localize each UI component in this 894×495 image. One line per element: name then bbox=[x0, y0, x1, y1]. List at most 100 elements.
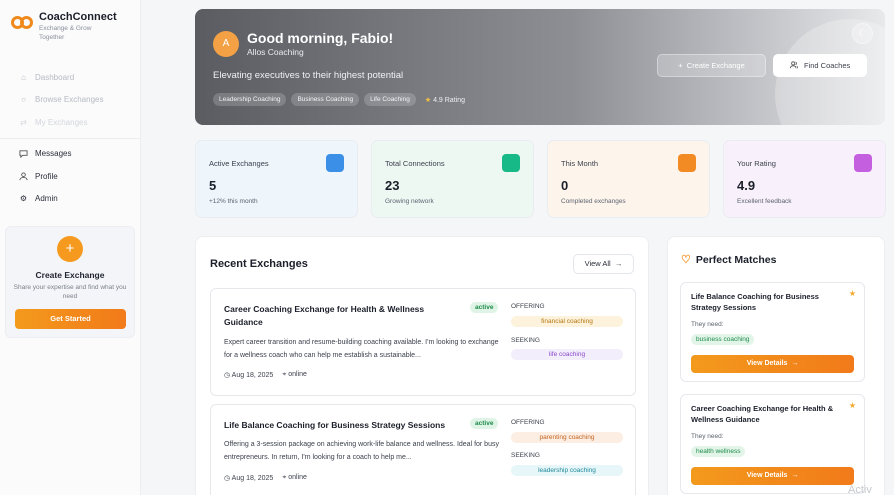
user-icon bbox=[19, 172, 28, 181]
exchange-title[interactable]: Life Balance Coaching for Business Strat… bbox=[224, 419, 464, 432]
arrow-right-icon: → bbox=[614, 259, 623, 268]
theme-toggle-moon-icon[interactable]: ☾ bbox=[852, 23, 873, 44]
hero-tagline: Elevating executives to their highest po… bbox=[213, 70, 404, 81]
sidebar-item-admin[interactable]: ⚙ Admin bbox=[0, 188, 140, 211]
swap-icon: ⇄ bbox=[20, 117, 27, 127]
stat-label: Active Exchanges bbox=[209, 159, 269, 168]
match-card[interactable]: Career Coaching Exchange for Health & We… bbox=[680, 394, 865, 494]
welcome-hero: A Good morning, Fabio! Allos Coaching El… bbox=[195, 9, 885, 125]
star-icon: ★ bbox=[424, 96, 432, 104]
brand[interactable]: CoachConnect Exchange & Grow Together bbox=[0, 0, 140, 42]
stat-card-total-connections: Total Connections 23 Growing network bbox=[371, 140, 534, 218]
plus-icon[interactable]: + bbox=[57, 236, 83, 262]
exchange-description: Offering a 3-session package on achievin… bbox=[224, 441, 499, 461]
seeking-chip: life coaching bbox=[511, 349, 623, 360]
exchange-meta: ◷ Aug 18, 2025 ⌖ online bbox=[224, 474, 307, 482]
panel-title: ♡ Perfect Matches bbox=[681, 253, 777, 267]
sidebar-item-label: Browse Exchanges bbox=[35, 95, 104, 105]
brand-tagline: Exchange & Grow Together bbox=[39, 25, 92, 41]
location-text: online bbox=[288, 371, 307, 378]
arrow-right-icon: → bbox=[791, 360, 799, 367]
infinity-logo-icon bbox=[11, 16, 33, 30]
stat-value: 23 bbox=[385, 178, 400, 193]
exchange-description: Expert career transition and resume-buil… bbox=[224, 339, 499, 359]
need-label: They need: bbox=[691, 321, 724, 328]
stat-value: 4.9 bbox=[737, 178, 756, 193]
sidebar-item-browse[interactable]: ○ Browse Exchanges bbox=[0, 89, 140, 112]
recent-exchanges-panel: Recent Exchanges View All → Career Coach… bbox=[195, 236, 649, 495]
perfect-matches-panel: ♡ Perfect Matches Life Balance Coaching … bbox=[667, 236, 885, 495]
view-details-button[interactable]: View Details → bbox=[691, 467, 854, 485]
date: ◷ Aug 18, 2025 bbox=[224, 371, 273, 379]
offering-chip: financial coaching bbox=[511, 316, 623, 327]
specialty-tag: Life Coaching bbox=[364, 93, 416, 106]
create-exchange-card: + Create Exchange Share your expertise a… bbox=[5, 226, 135, 338]
star-icon: ★ bbox=[848, 289, 856, 298]
heart-icon: ♡ bbox=[681, 254, 691, 266]
plus-icon: + bbox=[678, 61, 683, 70]
exchange-card[interactable]: Career Coaching Exchange for Health & We… bbox=[210, 288, 636, 396]
find-coaches-button[interactable]: Find Coaches bbox=[773, 54, 867, 77]
match-card[interactable]: Life Balance Coaching for Business Strat… bbox=[680, 282, 865, 382]
sidebar-item-label: Profile bbox=[35, 171, 58, 181]
stat-card-your-rating: Your Rating 4.9 Excellent feedback bbox=[723, 140, 886, 218]
stat-value: 5 bbox=[209, 178, 217, 193]
offering-label: OFFERING bbox=[511, 303, 545, 310]
specialty-tag: Leadership Coaching bbox=[213, 93, 287, 106]
nav-divider bbox=[0, 137, 140, 139]
status-badge: active bbox=[470, 418, 499, 429]
cta-description: Share your expertise and find what you n… bbox=[13, 284, 127, 300]
get-started-button[interactable]: Get Started bbox=[15, 309, 126, 329]
clock-icon: ◷ bbox=[224, 475, 231, 482]
match-title: Career Coaching Exchange for Health & We… bbox=[691, 404, 834, 424]
date-text: Aug 18, 2025 bbox=[231, 372, 274, 379]
seeking-label: SEEKING bbox=[511, 452, 540, 459]
create-exchange-button[interactable]: + Create Exchange bbox=[657, 54, 766, 77]
seeking-chip: leadership coaching bbox=[511, 465, 623, 476]
view-all-button[interactable]: View All → bbox=[573, 254, 634, 274]
view-details-button[interactable]: View Details → bbox=[691, 355, 854, 373]
need-label: They need: bbox=[691, 433, 724, 440]
location-pin-icon: ⌖ bbox=[282, 474, 287, 481]
cta-title: Create Exchange bbox=[35, 270, 105, 280]
exchange-title[interactable]: Career Coaching Exchange for Health & We… bbox=[224, 303, 464, 329]
exchange-card[interactable]: Life Balance Coaching for Business Strat… bbox=[210, 404, 636, 495]
specialty-tags: Leadership Coaching Business Coaching Li… bbox=[213, 93, 465, 106]
stat-label: This Month bbox=[561, 159, 599, 168]
match-title: Life Balance Coaching for Business Strat… bbox=[691, 292, 819, 312]
activation-watermark: Activ bbox=[848, 484, 872, 495]
activity-icon bbox=[326, 154, 344, 172]
location: ⌖ online bbox=[282, 371, 307, 379]
avatar[interactable]: A bbox=[213, 31, 239, 57]
search-icon: ○ bbox=[21, 95, 26, 105]
location-text: online bbox=[288, 474, 307, 481]
sidebar-nav: ⌂ Dashboard ○ Browse Exchanges ⇄ My Exch… bbox=[0, 66, 140, 210]
need-chip: health wellness bbox=[691, 446, 746, 457]
users-icon bbox=[789, 61, 800, 70]
sidebar-item-profile[interactable]: Profile bbox=[0, 165, 140, 188]
stat-label: Your Rating bbox=[737, 159, 776, 168]
sidebar-item-dashboard[interactable]: ⌂ Dashboard bbox=[0, 66, 140, 89]
clock-icon: ◷ bbox=[224, 372, 231, 379]
find-coaches-label: Find Coaches bbox=[803, 61, 851, 70]
offering-chip: parenting coaching bbox=[511, 432, 623, 443]
panel-title: Recent Exchanges bbox=[210, 258, 308, 270]
stat-card-this-month: This Month 0 Completed exchanges bbox=[547, 140, 710, 218]
date-text: Aug 18, 2025 bbox=[231, 475, 274, 482]
home-icon: ⌂ bbox=[21, 72, 26, 82]
stat-note: Completed exchanges bbox=[561, 198, 626, 205]
sidebar-item-label: My Exchanges bbox=[35, 117, 88, 127]
panel-title-text: Perfect Matches bbox=[695, 253, 777, 266]
sidebar-item-messages[interactable]: Messages bbox=[0, 143, 140, 166]
view-all-label: View All bbox=[584, 259, 611, 268]
stat-note: +12% this month bbox=[209, 198, 258, 205]
sidebar-item-my-exchanges[interactable]: ⇄ My Exchanges bbox=[0, 111, 140, 134]
need-chip: business coaching bbox=[691, 334, 755, 345]
users-icon bbox=[502, 154, 520, 172]
chat-icon bbox=[19, 149, 28, 159]
sidebar-item-label: Messages bbox=[35, 149, 72, 159]
sidebar: CoachConnect Exchange & Grow Together ⌂ … bbox=[0, 0, 141, 495]
date: ◷ Aug 18, 2025 bbox=[224, 474, 273, 482]
stat-note: Excellent feedback bbox=[737, 198, 792, 205]
sidebar-item-label: Admin bbox=[35, 194, 58, 204]
